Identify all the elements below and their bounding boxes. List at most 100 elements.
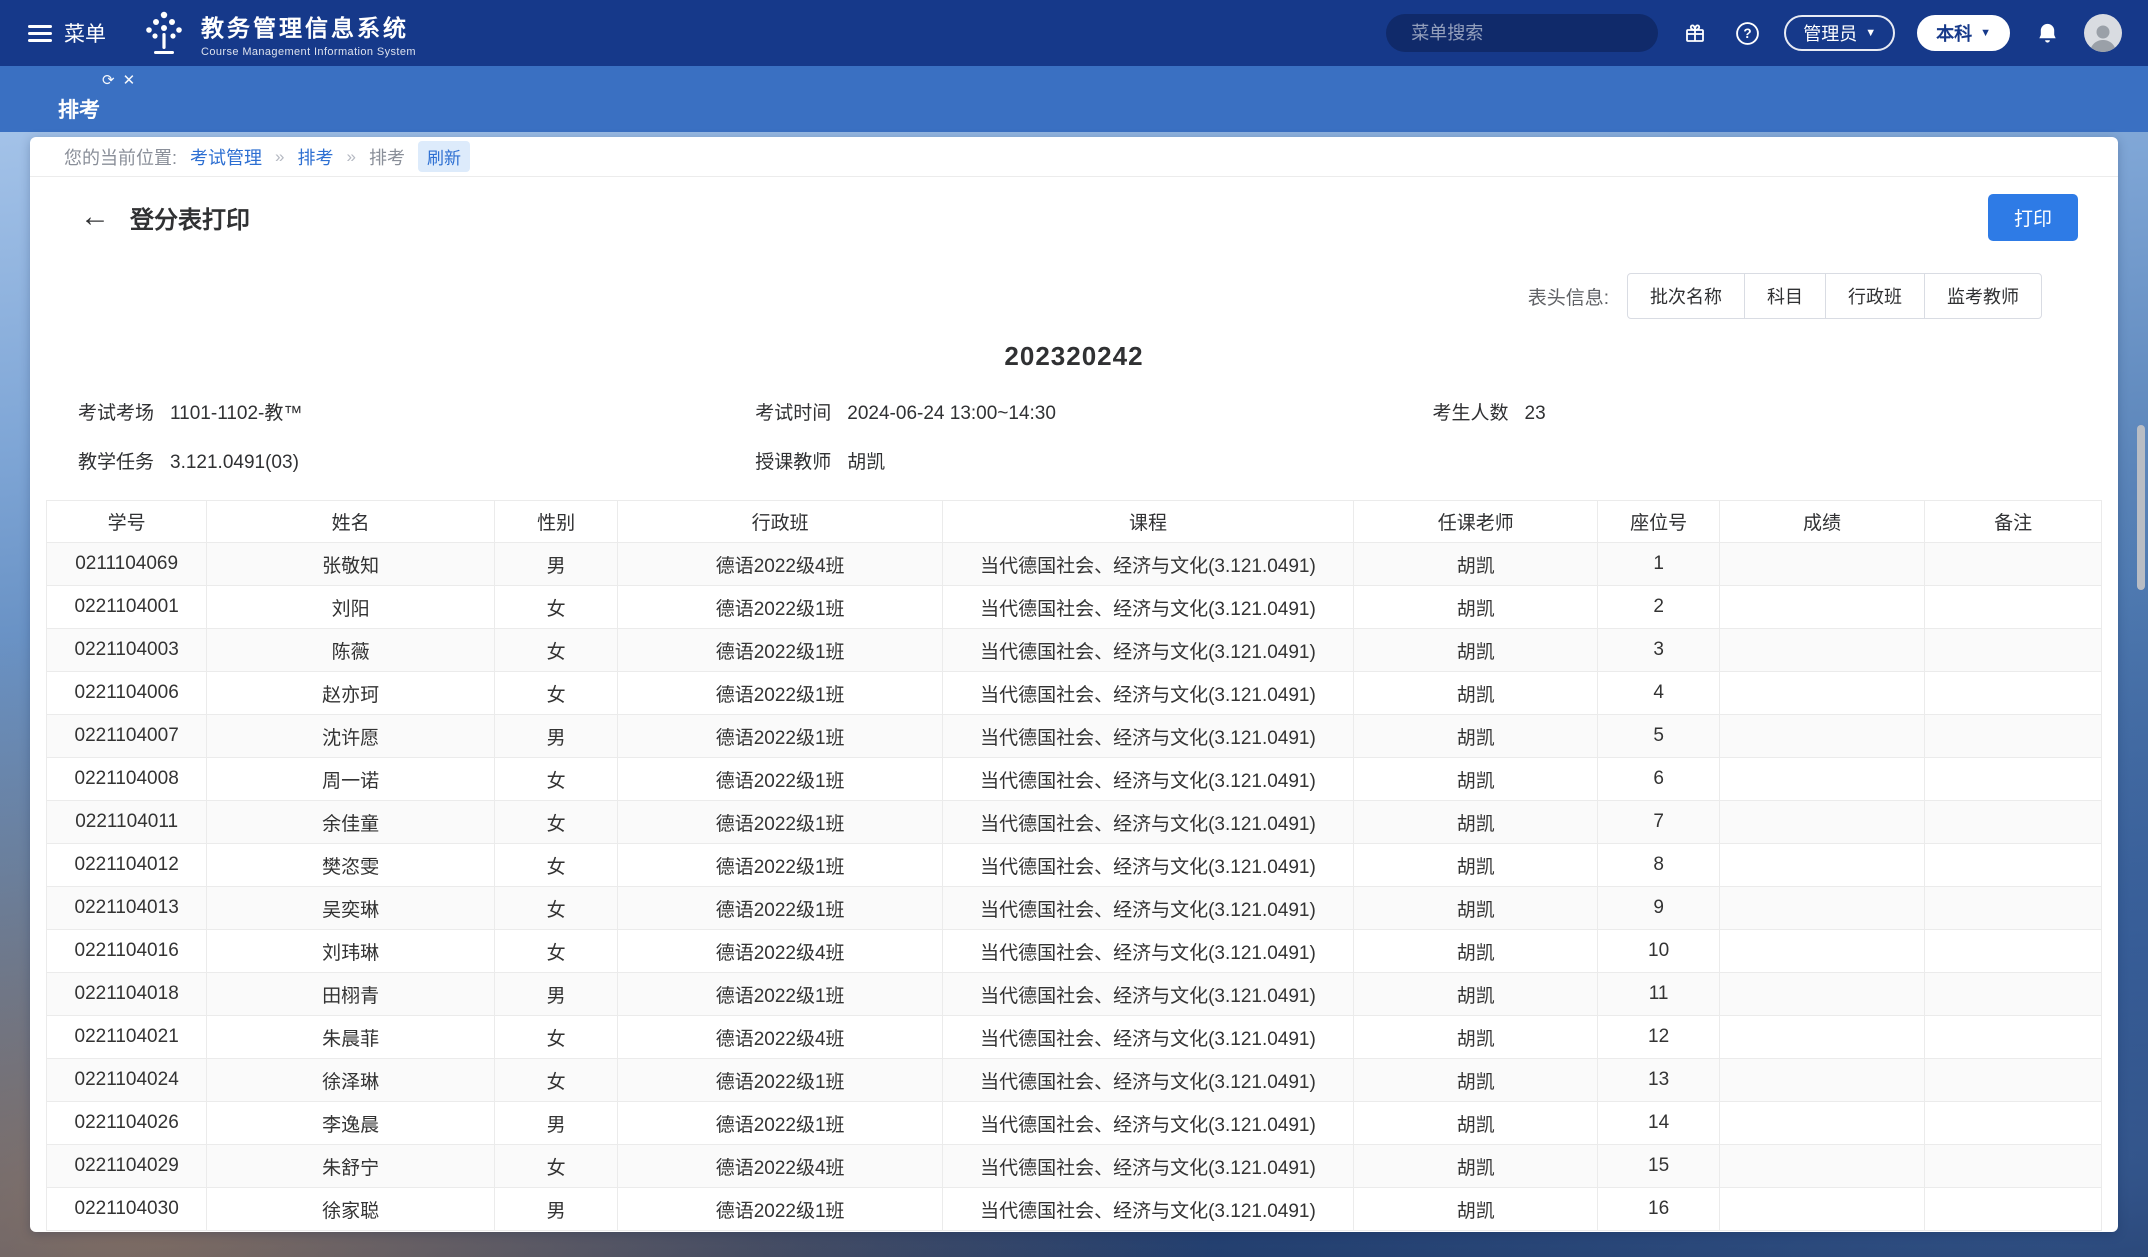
table-cell: 胡凯	[1353, 1059, 1598, 1102]
table-cell: 德语2022级1班	[618, 715, 943, 758]
app-brand: 教务管理信息系统 Course Management Information S…	[140, 9, 416, 58]
table-cell: 女	[494, 1145, 617, 1188]
table-cell	[1719, 758, 1925, 801]
table-row: 0221104003陈薇女德语2022级1班当代德国社会、经济与文化(3.121…	[47, 629, 2102, 672]
table-cell: 女	[494, 844, 617, 887]
role-dropdown[interactable]: 管理员 ▼	[1784, 15, 1895, 51]
desktop-wallpaper: 您的当前位置: 考试管理»排考»排考 刷新 ← 登分表打印 打印 表头信息: 批…	[0, 132, 2148, 1257]
table-row: 0221104011余佳童女德语2022级1班当代德国社会、经济与文化(3.12…	[47, 801, 2102, 844]
table-cell	[1925, 801, 2102, 844]
table-cell: 0221104018	[47, 973, 207, 1016]
table-cell: 男	[494, 973, 617, 1016]
table-cell: 14	[1598, 1102, 1719, 1145]
level-dropdown[interactable]: 本科 ▼	[1917, 15, 2010, 51]
help-icon[interactable]: ?	[1732, 18, 1762, 48]
table-cell: 胡凯	[1353, 801, 1598, 844]
table-cell: 男	[494, 715, 617, 758]
info-label: 考试时间	[755, 398, 831, 425]
header-info-button[interactable]: 监考教师	[1924, 273, 2042, 319]
gift-icon[interactable]	[1680, 18, 1710, 48]
table-cell: 12	[1598, 1016, 1719, 1059]
bell-icon[interactable]	[2032, 18, 2062, 48]
info-value: 23	[1525, 403, 1546, 425]
column-header: 姓名	[207, 501, 495, 543]
user-avatar[interactable]	[2084, 14, 2122, 52]
menu-search[interactable]	[1386, 14, 1658, 52]
back-button[interactable]: ←	[80, 200, 126, 234]
table-cell: 德语2022级4班	[618, 543, 943, 586]
table-cell: 胡凯	[1353, 1188, 1598, 1231]
column-header: 备注	[1925, 501, 2102, 543]
table-cell: 0221104013	[47, 887, 207, 930]
table-cell: 胡凯	[1353, 887, 1598, 930]
score-table-wrap: 学号姓名性别行政班课程任课老师座位号成绩备注 0211104069张敬知男德语2…	[46, 500, 2102, 1231]
table-cell: 余佳童	[207, 801, 495, 844]
table-row: 0221104012樊恣雯女德语2022级1班当代德国社会、经济与文化(3.12…	[47, 844, 2102, 887]
table-cell	[1925, 758, 2102, 801]
table-cell: 德语2022级4班	[618, 1145, 943, 1188]
breadcrumb-item[interactable]: 考试管理	[190, 144, 262, 170]
table-cell	[1719, 1059, 1925, 1102]
header-info-button[interactable]: 科目	[1744, 273, 1826, 319]
column-header: 行政班	[618, 501, 943, 543]
exam-info-item: 考试时间2024-06-24 13:00~14:30	[755, 398, 1432, 425]
app-logo-icon	[140, 9, 188, 57]
breadcrumb-separator: »	[346, 147, 355, 167]
score-table: 学号姓名性别行政班课程任课老师座位号成绩备注 0211104069张敬知男德语2…	[46, 500, 2102, 1231]
table-cell: 当代德国社会、经济与文化(3.121.0491)	[942, 543, 1353, 586]
column-header: 成绩	[1719, 501, 1925, 543]
table-cell: 13	[1598, 1059, 1719, 1102]
info-label: 考试考场	[78, 398, 154, 425]
table-cell: 德语2022级1班	[618, 1102, 943, 1145]
level-label: 本科	[1936, 20, 1972, 46]
table-cell: 当代德国社会、经济与文化(3.121.0491)	[942, 1188, 1353, 1231]
header-info-group: 批次名称科目行政班监考教师	[1627, 273, 2042, 319]
table-cell	[1925, 629, 2102, 672]
breadcrumb-label: 您的当前位置:	[64, 144, 177, 170]
table-cell: 0221104008	[47, 758, 207, 801]
menu-toggle[interactable]: 菜单	[28, 18, 106, 48]
table-cell	[1719, 1016, 1925, 1059]
table-row: 0221104008周一诺女德语2022级1班当代德国社会、经济与文化(3.12…	[47, 758, 2102, 801]
table-cell: 10	[1598, 930, 1719, 973]
vertical-scrollbar[interactable]	[2137, 425, 2145, 590]
table-cell: 当代德国社会、经济与文化(3.121.0491)	[942, 715, 1353, 758]
column-header: 任课老师	[1353, 501, 1598, 543]
table-cell: 张敬知	[207, 543, 495, 586]
header-info-button[interactable]: 批次名称	[1627, 273, 1745, 319]
print-button[interactable]: 打印	[1988, 194, 2078, 241]
breadcrumb-item[interactable]: 排考	[297, 144, 333, 170]
breadcrumb-item: 排考	[369, 144, 405, 170]
app-subtitle: Course Management Information System	[201, 46, 416, 58]
page-title: 登分表打印	[130, 200, 250, 235]
search-input[interactable]	[1411, 23, 1643, 44]
info-value: 1101-1102-教™	[170, 398, 302, 425]
table-row: 0221104026李逸晨男德语2022级1班当代德国社会、经济与文化(3.12…	[47, 1102, 2102, 1145]
breadcrumb-refresh-button[interactable]: 刷新	[418, 141, 470, 172]
avatar-icon	[2086, 22, 2120, 52]
table-cell: 0221104001	[47, 586, 207, 629]
table-cell: 胡凯	[1353, 973, 1598, 1016]
table-cell: 当代德国社会、经济与文化(3.121.0491)	[942, 973, 1353, 1016]
header-info-button[interactable]: 行政班	[1825, 273, 1925, 319]
tab-refresh-icon[interactable]: ⟳	[102, 71, 115, 89]
table-cell: 0221104016	[47, 930, 207, 973]
table-cell: 樊恣雯	[207, 844, 495, 887]
table-cell	[1925, 543, 2102, 586]
table-cell: 女	[494, 1059, 617, 1102]
table-row: 0221104018田栩青男德语2022级1班当代德国社会、经济与文化(3.12…	[47, 973, 2102, 1016]
table-cell: 0221104029	[47, 1145, 207, 1188]
hamburger-icon	[28, 21, 52, 46]
table-cell: 8	[1598, 844, 1719, 887]
table-cell: 德语2022级4班	[618, 930, 943, 973]
table-cell: 女	[494, 629, 617, 672]
table-cell: 15	[1598, 1145, 1719, 1188]
table-cell: 赵亦珂	[207, 672, 495, 715]
table-cell: 11	[1598, 973, 1719, 1016]
table-cell: 0211104069	[47, 543, 207, 586]
table-cell: 女	[494, 887, 617, 930]
table-cell: 沈许愿	[207, 715, 495, 758]
tab-close-icon[interactable]: ✕	[123, 71, 136, 89]
column-header: 座位号	[1598, 501, 1719, 543]
table-cell: 6	[1598, 758, 1719, 801]
